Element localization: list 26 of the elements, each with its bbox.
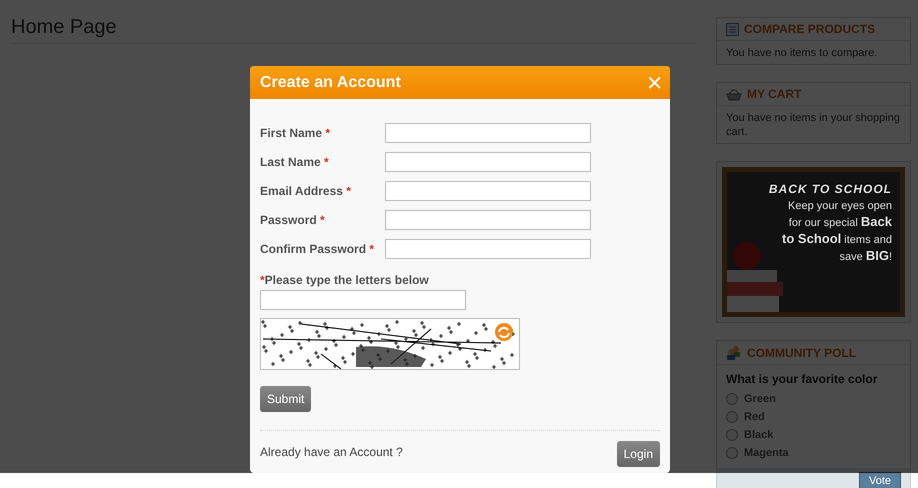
panel-text: You have no items to compare. — [725, 46, 878, 61]
login-prompt: Already have an Account ? — [260, 445, 403, 459]
input-field[interactable] — [385, 238, 591, 258]
field-label: Confirm Password * — [260, 242, 376, 256]
panel-title: COMMUNITY POLL — [747, 346, 856, 360]
input-field[interactable] — [385, 210, 591, 230]
panel-title: COMPARE PRODUCTS — [744, 22, 876, 36]
poll-question: What is your favorite color — [725, 371, 878, 388]
panel-title: MY CART — [747, 87, 802, 101]
field-label: First Name * — [260, 126, 332, 140]
close-button[interactable]: ✕ — [646, 70, 663, 94]
banner-text: Keep your eyes open for our special Back to School items and save BIG! — [781, 199, 892, 265]
input-field[interactable] — [385, 122, 591, 142]
input-field[interactable] — [385, 152, 591, 172]
submit-button[interactable]: Submit — [260, 386, 312, 412]
banner-heading: BACK TO SCHOOL — [768, 182, 892, 196]
field-label: Password * — [260, 212, 326, 226]
captcha-field[interactable] — [260, 290, 466, 310]
vote-button[interactable]: Vote — [858, 472, 901, 488]
field-label: Last Name * — [260, 154, 330, 168]
field-label: Email Address * — [260, 184, 352, 198]
input-field[interactable] — [385, 180, 591, 200]
captcha-label: *Please type the letters below — [260, 273, 430, 287]
login-button[interactable]: Login — [616, 441, 660, 467]
panel-text: You have no items in your shopping cart. — [725, 111, 901, 140]
dialog-title: Create an Account — [260, 74, 401, 92]
